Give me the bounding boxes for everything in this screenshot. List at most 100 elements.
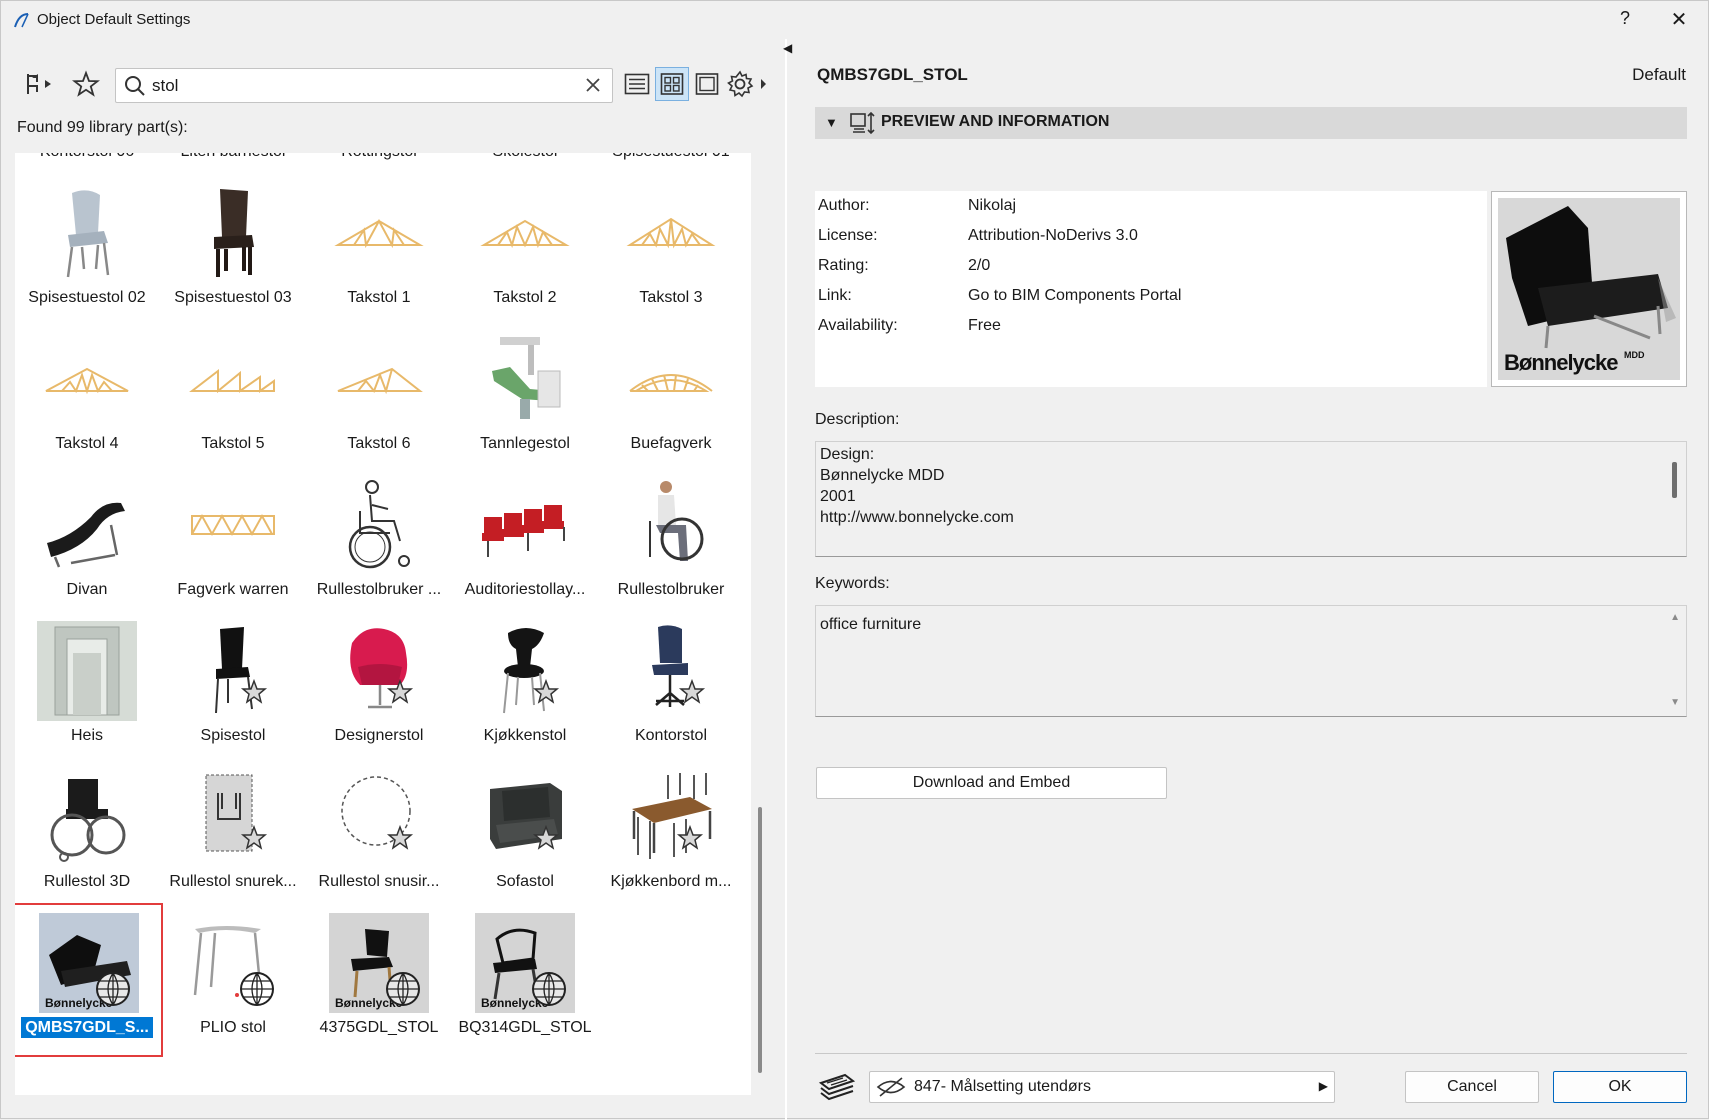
info-key: License: (818, 227, 878, 244)
truss-icon (626, 217, 716, 249)
grid-item-label: Kjøkkenbord m... (610, 873, 732, 890)
grid-item[interactable]: Spisestol (161, 615, 305, 761)
grid-item-label[interactable]: Liten barnestol (161, 153, 305, 161)
grid-item[interactable]: Designerstol (307, 615, 451, 761)
download-and-embed-button[interactable]: Download and Embed (816, 767, 1167, 799)
grid-item[interactable]: Kjøkkenstol (453, 615, 597, 761)
search-icon (125, 76, 145, 96)
grid-item[interactable]: Rullestolbruker ... (307, 469, 451, 615)
grid-item[interactable]: Heis (15, 615, 159, 761)
clear-search-icon[interactable] (582, 74, 604, 96)
grid-item-label[interactable]: Kontorstol 06 (15, 153, 159, 161)
grid-item[interactable]: Fagverk warren (161, 469, 305, 615)
description-line: http://www.bonnelycke.com (820, 509, 1014, 526)
grid-item[interactable]: Rullestolbruker (599, 469, 743, 615)
grid-item-label: Spisestuestol 02 (28, 289, 146, 306)
elevator-icon (54, 626, 120, 716)
grid-item[interactable]: Bønnelycke 4375GDL_STOL (307, 907, 451, 1053)
layer-dropdown[interactable]: 847- Målsetting utendørs ▶ (869, 1071, 1335, 1103)
keywords-text: office furniture (820, 616, 922, 633)
grid-item[interactable]: Auditoriestollay... (453, 469, 597, 615)
preview-view-button[interactable] (693, 67, 721, 101)
grid-item[interactable]: Takstol 1 (307, 177, 451, 323)
warren-truss-icon (191, 513, 275, 537)
footer-divider (815, 1053, 1687, 1054)
preview-brand-sup: MDD (1624, 350, 1645, 360)
keywords-box[interactable]: office furniture ▲ ▼ (815, 605, 1687, 717)
bim-portal-link[interactable]: Go to BIM Components Portal (968, 287, 1181, 305)
grid-item-label: Rullestolbruker ... (316, 581, 442, 598)
object-default-settings-dialog: Object Default Settings ? ✕ stol Found 9… (0, 0, 1709, 1120)
truss-icon (480, 219, 570, 249)
wheelchair-circle-icon (341, 776, 414, 850)
preview-brand-text: Bønnelycke (1504, 350, 1618, 375)
grid-item[interactable]: Tannlegestol (453, 323, 597, 469)
grid-item[interactable]: Buefagverk (599, 323, 743, 469)
grid-item-label: Rullestol snurek... (169, 873, 297, 890)
grid-item[interactable]: Takstol 4 (15, 323, 159, 469)
info-key: Link: (818, 287, 852, 304)
grid-item[interactable]: Kontorstol (599, 615, 743, 761)
grid-item-label[interactable]: Spisestuestol 01 (599, 153, 743, 161)
description-box[interactable]: Design: Bønnelycke MDD 2001 http://www.b… (815, 441, 1687, 557)
wheelchair-turn-icon (205, 774, 268, 852)
grid-item[interactable]: Takstol 5 (161, 323, 305, 469)
search-input[interactable] (152, 73, 572, 99)
search-field[interactable] (115, 68, 613, 103)
dropdown-arrow-icon: ▶ (1318, 1079, 1328, 1093)
grid-item[interactable]: Takstol 3 (599, 177, 743, 323)
scroll-up-icon[interactable]: ▲ (1670, 612, 1680, 623)
gear-icon (727, 70, 766, 98)
grid-item[interactable]: Takstol 6 (307, 323, 451, 469)
description-label: Description: (815, 411, 900, 428)
grid-item[interactable]: Spisestuestol 02 (15, 177, 159, 323)
plio-chair-icon (193, 926, 274, 1006)
preview-information-section-header[interactable]: ▼ PREVIEW AND INFORMATION (815, 107, 1687, 139)
library-parts-grid: Kontorstol 06 Liten barnestol Rottingsto… (15, 153, 751, 1095)
grid-item[interactable]: Takstol 2 (453, 177, 597, 323)
help-button[interactable]: ? (1613, 8, 1637, 29)
grid-item-selected[interactable]: Bønnelycke QMBS7GDL_S... (15, 903, 163, 1057)
grid-scrollbar-thumb[interactable] (758, 807, 762, 1073)
grid-item-label: Rullestol snusir... (318, 873, 440, 890)
preview-info-icon (850, 111, 875, 135)
grid-view-button[interactable] (655, 67, 689, 101)
chair-star-icon (215, 627, 268, 714)
grid-item[interactable]: Sofastol (453, 761, 597, 907)
grid-item-label[interactable]: Skolestol (453, 153, 597, 161)
arch-truss-icon (629, 374, 713, 392)
close-button[interactable]: ✕ (1665, 7, 1693, 32)
grid-item-label: Takstol 6 (347, 435, 411, 452)
dental-chair-icon (492, 337, 561, 419)
grid-item-label: Divan (66, 581, 108, 598)
scroll-down-icon[interactable]: ▼ (1670, 697, 1680, 708)
grid-item[interactable]: Rullestol snusir... (307, 761, 451, 907)
layer-icon[interactable] (817, 1071, 857, 1101)
grid-item-label: Designerstol (334, 727, 424, 744)
grid-item[interactable]: Rullestol snurek... (161, 761, 305, 907)
office-chair-icon (652, 625, 706, 707)
hidden-eye-icon (876, 1077, 906, 1097)
ok-button[interactable]: OK (1553, 1071, 1687, 1103)
grid-item-label: Rullestol 3D (43, 873, 131, 890)
settings-menu-button[interactable] (725, 67, 769, 101)
favorites-button[interactable] (69, 67, 103, 101)
list-view-button[interactable] (623, 67, 651, 101)
info-value: Nikolaj (968, 197, 1017, 214)
grid-item[interactable]: Rullestol 3D (15, 761, 159, 907)
grid-item[interactable]: PLIO stol (161, 907, 305, 1053)
clipped-row: Kontorstol 06 Liten barnestol Rottingsto… (15, 153, 751, 165)
grid-item-label: Takstol 2 (493, 289, 557, 306)
description-line: Design: (820, 446, 875, 463)
grid-item[interactable]: Kjøkkenbord m... (599, 761, 743, 907)
folder-tree-button[interactable] (21, 67, 57, 101)
description-scrollbar[interactable] (1672, 462, 1677, 498)
lounge-bim-icon: Bønnelycke (45, 935, 131, 1010)
grid-item-label: Takstol 5 (201, 435, 265, 452)
grid-item[interactable]: Divan (15, 469, 159, 615)
cancel-button[interactable]: Cancel (1405, 1071, 1539, 1103)
grid-item-label[interactable]: Rottingstol (307, 153, 451, 161)
wheelchair-3d-icon (50, 779, 126, 862)
grid-item[interactable]: Spisestuestol 03 (161, 177, 305, 323)
grid-item[interactable]: Bønnelycke BQ314GDL_STOL (453, 907, 597, 1053)
